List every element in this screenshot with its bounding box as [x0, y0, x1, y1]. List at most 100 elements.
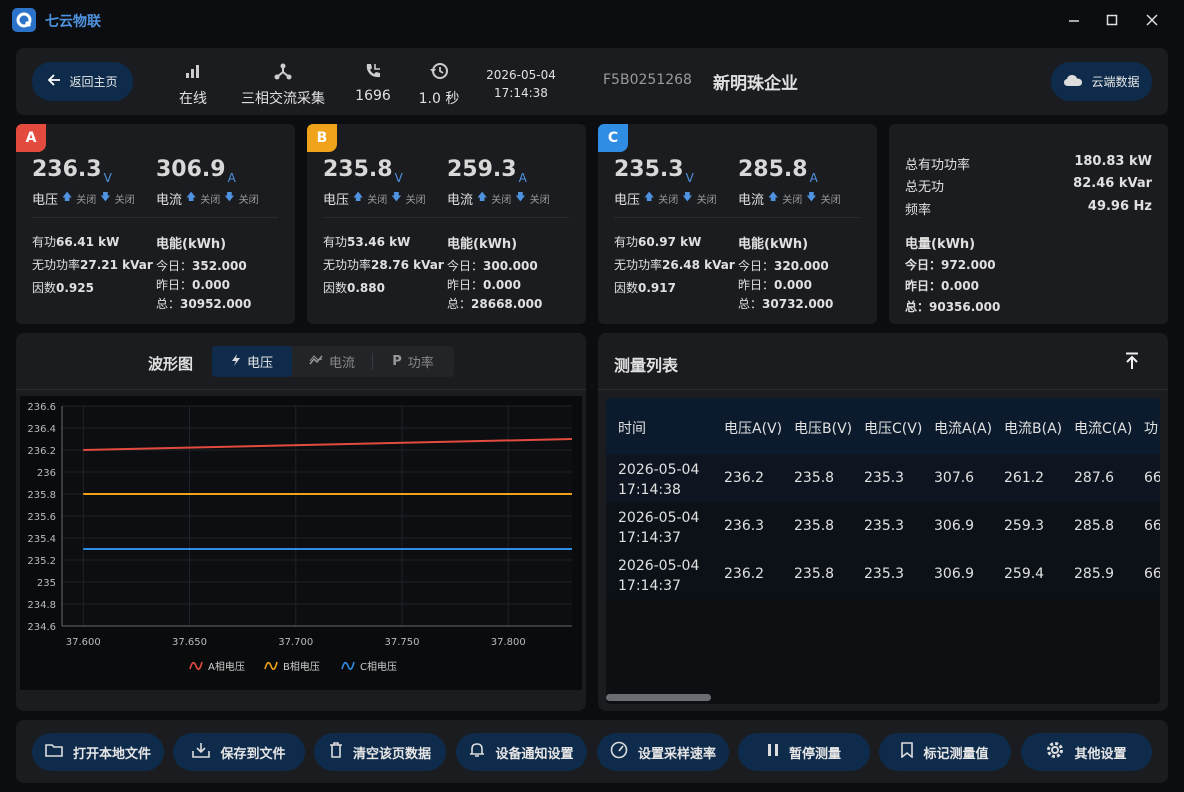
arrow-up-icon: 🡅 — [353, 192, 364, 203]
phase-current: 306.9 A — [156, 157, 236, 185]
card-divider — [614, 217, 860, 218]
arrow-up-icon: 🡅 — [768, 192, 779, 203]
waveform-title: 波形图 — [148, 355, 194, 373]
total-reactive-value: 82.46 kVar — [1073, 176, 1152, 191]
tab-power[interactable]: P 功率 — [373, 346, 453, 377]
power-factor-label: 因数 — [614, 281, 639, 295]
column-header[interactable]: 电流B(A) — [1004, 418, 1062, 438]
bookmark-icon — [901, 742, 914, 762]
phase-voltage: 236.3 V — [32, 157, 112, 185]
energy-total: 总：30732.000 — [738, 295, 833, 312]
lower-off-label[interactable]: 关闭 — [115, 191, 135, 206]
arrow-down-icon: 🡇 — [682, 192, 693, 203]
table-cell: 66 — [1144, 470, 1160, 486]
voltage-threshold: 电压 🡅 关闭 🡇 关闭 — [614, 189, 717, 208]
total-value: 30732.000 — [762, 297, 834, 311]
lower-off-label[interactable]: 关闭 — [530, 191, 550, 206]
voltage-threshold: 电压 🡅 关闭 🡇 关闭 — [32, 189, 135, 208]
tab-power-label: 功率 — [407, 356, 434, 371]
other-settings-button[interactable]: 其他设置 — [1021, 733, 1152, 771]
upper-off-label[interactable]: 关闭 — [367, 191, 387, 206]
clear-page-button[interactable]: 清空该页数据 — [314, 733, 446, 771]
energy-total: 总：28668.000 — [447, 295, 542, 312]
active-power-label: 有功 — [32, 235, 57, 249]
table-cell: 259.3 — [1004, 518, 1045, 534]
power-factor-label: 因数 — [32, 281, 57, 295]
column-header[interactable]: 时间 — [618, 418, 646, 438]
legend-label: B相电压 — [283, 660, 320, 673]
lower-off-label[interactable]: 关闭 — [406, 191, 426, 206]
column-header[interactable]: 电流A(A) — [934, 418, 992, 438]
notify-settings-button[interactable]: 设备通知设置 — [456, 733, 587, 771]
pause-button[interactable]: 暂停测量 — [738, 733, 870, 771]
cloud-data-button[interactable]: 云端数据 — [1051, 62, 1152, 101]
maximize-icon[interactable] — [1102, 10, 1122, 30]
frequency-label: 频率 — [905, 203, 932, 218]
mode-stat: 三相交流采集 — [238, 60, 328, 108]
other-settings-label: 其他设置 — [1074, 746, 1127, 762]
row-date: 2026-05-04 — [618, 510, 700, 526]
phase-current: 259.3 A — [447, 157, 527, 185]
total-active-label: 总有功功率 — [905, 158, 971, 173]
phase-voltage-value: 235.3 — [614, 157, 684, 182]
phase-current: 285.8 A — [738, 157, 818, 185]
upper-off-label[interactable]: 关闭 — [782, 191, 802, 206]
active-power-label: 有功 — [614, 235, 639, 249]
tab-current[interactable]: 电流 — [292, 346, 372, 377]
upper-off-label[interactable]: 关闭 — [658, 191, 678, 206]
upper-off-label[interactable]: 关闭 — [76, 191, 96, 206]
column-header[interactable]: 电压B(V) — [794, 418, 852, 438]
tab-voltage[interactable]: 电压 — [212, 346, 292, 377]
phase-tag: C — [598, 124, 628, 152]
lower-off-label[interactable]: 关闭 — [697, 191, 717, 206]
y-tick-label: 236.6 — [27, 402, 56, 413]
mark-value-button[interactable]: 标记测量值 — [879, 733, 1011, 771]
column-header[interactable]: 电压C(V) — [864, 418, 922, 438]
row-time: 2026-05-04 17:14:37 — [618, 508, 699, 548]
minimize-icon[interactable] — [1064, 10, 1084, 30]
active-power: 有功53.46 kW — [323, 233, 410, 250]
active-power: 有功60.97 kW — [614, 233, 701, 250]
column-header[interactable]: 电流C(A) — [1074, 418, 1132, 438]
x-tick-label: 37.750 — [385, 637, 420, 648]
table-cell: 306.9 — [934, 518, 975, 534]
save-file-button[interactable]: 保存到文件 — [173, 733, 305, 771]
legend-label: C相电压 — [360, 660, 397, 673]
datetime: 2026-05-04 17:14:38 — [484, 66, 558, 102]
open-file-button[interactable]: 打开本地文件 — [32, 733, 164, 771]
lower-off-label[interactable]: 关闭 — [239, 191, 259, 206]
close-icon[interactable] — [1142, 10, 1162, 30]
reactive-power-value: 27.21 kVar — [80, 258, 153, 272]
upper-off-label[interactable]: 关闭 — [200, 191, 220, 206]
legend-swatch-icon — [264, 661, 278, 670]
horizontal-scrollbar[interactable] — [606, 694, 711, 701]
table-cell: 287.6 — [1074, 470, 1115, 486]
time-label: 17:14:38 — [494, 86, 548, 100]
table-cell: 235.3 — [864, 518, 905, 534]
phase-voltage-value: 236.3 — [32, 157, 102, 182]
current-threshold: 电流 🡅 关闭 🡇 关闭 — [156, 189, 259, 208]
interval-label: 1.0 秒 — [418, 91, 460, 107]
power-factor-value: 0.880 — [347, 281, 385, 295]
y-tick-label: 234.6 — [27, 622, 56, 633]
energy-heading: 电能(kWh) — [738, 237, 809, 252]
upper-off-label[interactable]: 关闭 — [491, 191, 511, 206]
amp-unit: A — [227, 171, 236, 185]
column-header[interactable]: 电压A(V) — [724, 418, 782, 438]
table-cell: 235.8 — [794, 566, 835, 582]
scroll-to-top-icon[interactable] — [1124, 352, 1140, 370]
chart-area: 236.6 236.4 236.2 236 235.8 235.6 235.4 235.2 23… — [20, 396, 582, 690]
volt-unit: V — [103, 171, 112, 185]
lower-off-label[interactable]: 关闭 — [821, 191, 841, 206]
row-date: 2026-05-04 — [618, 462, 700, 478]
sample-rate-button[interactable]: 设置采样速率 — [597, 733, 729, 771]
y-tick-label: 235.6 — [27, 512, 56, 523]
arrow-left-icon — [47, 73, 61, 90]
energy-yesterday: 昨日：0.000 — [156, 276, 230, 293]
table-cell: 261.2 — [1004, 470, 1045, 486]
back-home-label: 返回主页 — [69, 75, 118, 89]
back-home-button[interactable]: 返回主页 — [32, 62, 133, 101]
count-stat: 1696 — [352, 60, 394, 104]
company-name: 新明珠企业 — [713, 74, 798, 94]
column-header[interactable]: 功 — [1144, 418, 1158, 438]
